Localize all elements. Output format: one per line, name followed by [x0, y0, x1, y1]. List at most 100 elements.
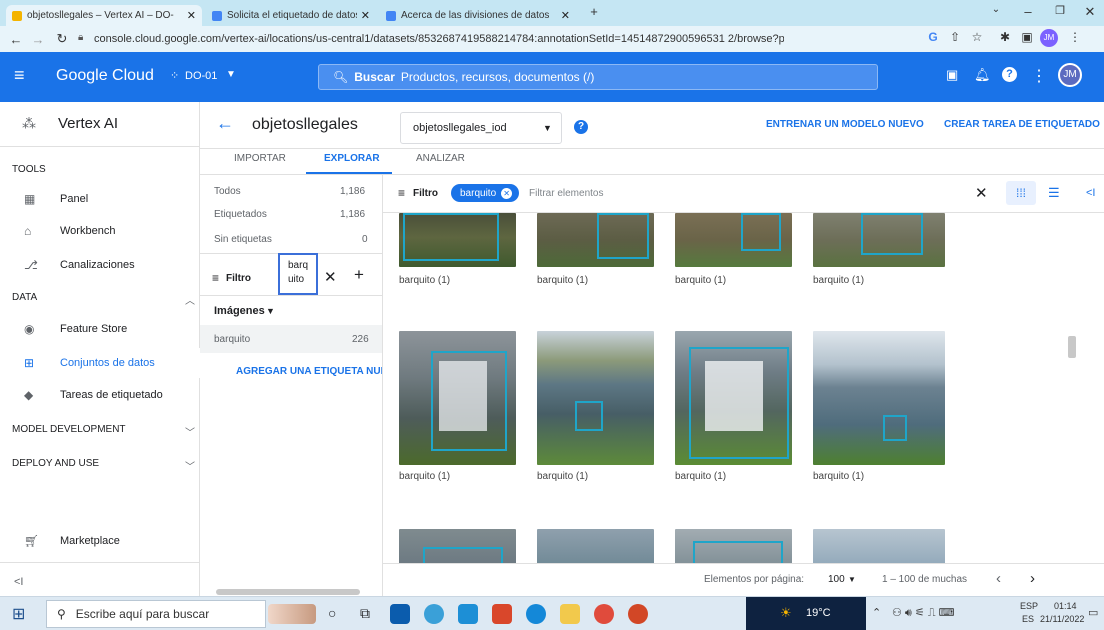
image-thumbnail[interactable]	[675, 529, 792, 563]
horizontal-scrollbar[interactable]	[216, 589, 360, 595]
add-filter-icon[interactable]: +	[354, 265, 364, 285]
chrome-icon[interactable]	[594, 604, 614, 624]
bookmark-star-icon[interactable]: ☆	[968, 30, 986, 44]
url-field[interactable]: console.cloud.google.com/vertex-ai/locat…	[94, 29, 784, 49]
browser-tab-vertex[interactable]: objetosllegales – Vertex AI – DO- ✕	[6, 5, 202, 26]
filter-chip-barquito[interactable]: barquito ✕	[451, 184, 519, 202]
weather-widget[interactable]: ☀︎ 19°C	[746, 597, 866, 630]
help-icon[interactable]: ?	[1002, 67, 1017, 82]
browser-tab-labeling[interactable]: Solicita el etiquetado de datos d ✕	[206, 5, 376, 26]
close-tab-icon[interactable]: ✕	[361, 9, 370, 22]
browser-tab-splits[interactable]: Acerca de las divisiones de datos ✕	[380, 5, 576, 26]
image-thumbnail[interactable]	[813, 529, 945, 563]
image-thumbnail[interactable]	[813, 213, 945, 267]
cortana-icon[interactable]: ○	[328, 605, 336, 621]
sidepanel-icon[interactable]: ▣	[1018, 30, 1036, 44]
sidebar-item-labeling-tasks[interactable]: ◆ Tareas de etiquetado	[0, 380, 200, 410]
image-thumbnail[interactable]	[537, 213, 654, 267]
tab-analyze[interactable]: ANALIZAR	[416, 153, 465, 164]
notifications-bell-icon[interactable]: 🔔︎	[974, 67, 991, 83]
chevron-up-icon[interactable]: ︿	[185, 292, 195, 307]
close-tab-icon[interactable]: ✕	[187, 9, 196, 22]
sidebar-item-datasets[interactable]: ⊞ Conjuntos de datos	[0, 348, 200, 378]
next-page-icon[interactable]: ›	[1030, 570, 1035, 587]
stat-labeled-label[interactable]: Etiquetados	[214, 209, 267, 220]
windows-start-icon[interactable]: ⊞	[12, 604, 25, 624]
vertical-scrollbar[interactable]	[1068, 336, 1076, 358]
filter-elements-input[interactable]: Filtrar elementos	[529, 188, 603, 199]
help-circle-icon[interactable]: ?	[574, 120, 588, 134]
dropdown-arrow-icon[interactable]: ▼	[266, 306, 275, 316]
extensions-icon[interactable]: ✱	[996, 30, 1014, 44]
section-model-development[interactable]: MODEL DEVELOPMENT	[12, 424, 126, 435]
profile-avatar-icon[interactable]: JM	[1040, 29, 1058, 47]
search-input[interactable]: 🔍︎ Buscar Productos, recursos, documento…	[318, 64, 878, 90]
sidebar-item-panel[interactable]: ▦ Panel	[0, 184, 200, 214]
project-selector[interactable]: DO-01	[185, 70, 217, 82]
back-icon[interactable]: ←	[6, 32, 26, 47]
cloud-shell-icon[interactable]: ▣	[946, 67, 958, 83]
list-view-icon[interactable]: ☰	[1048, 185, 1060, 201]
taskbar-search-input[interactable]: ⚲ Escribe aquí para buscar	[46, 600, 266, 628]
chip-close-icon[interactable]: ✕	[501, 187, 513, 199]
collapse-sidebar-icon[interactable]: <I	[14, 576, 23, 588]
chevron-down-icon[interactable]: ﹀	[185, 424, 195, 439]
acrobat-icon[interactable]	[492, 604, 512, 624]
sidebar-item-marketplace[interactable]: 🛒︎ Marketplace	[0, 526, 200, 556]
edge-icon[interactable]	[526, 604, 546, 624]
reload-icon[interactable]: ↻	[52, 31, 72, 47]
back-arrow-icon[interactable]: ←	[216, 113, 234, 134]
task-view-icon[interactable]: ⧉	[360, 605, 370, 622]
prev-page-icon[interactable]: ‹	[996, 570, 1001, 587]
new-tab-icon[interactable]: +	[584, 4, 604, 19]
project-chevron-icon[interactable]: ▼	[226, 69, 236, 80]
image-thumbnail[interactable]	[813, 331, 945, 465]
mail-icon[interactable]	[458, 604, 478, 624]
stat-unlabeled-label[interactable]: Sin etiquetas	[214, 234, 272, 245]
dropdown-arrow-icon[interactable]: ▼	[848, 575, 856, 584]
create-labeling-task-button[interactable]: CREAR TAREA DE ETIQUETADO	[944, 119, 1100, 130]
grid-view-icon[interactable]: ⁞⁞⁞	[1006, 181, 1036, 205]
powerpoint-icon[interactable]	[628, 604, 648, 624]
collapse-panel-icon[interactable]: <I	[1086, 187, 1095, 199]
sidebar-item-workbench[interactable]: ⌂ Workbench	[0, 216, 200, 246]
notification-center-icon[interactable]: ▭	[1088, 606, 1098, 619]
image-thumbnail[interactable]	[399, 331, 516, 465]
more-options-icon[interactable]: ⋮	[1031, 66, 1047, 86]
clock-time[interactable]: 01:14	[1054, 601, 1077, 611]
gcloud-brand[interactable]: Google Cloud	[56, 67, 154, 85]
minimize-icon[interactable]: –	[1018, 4, 1038, 19]
image-thumbnail[interactable]	[399, 529, 516, 563]
file-explorer-icon[interactable]	[560, 604, 580, 624]
image-thumbnail[interactable]	[537, 529, 654, 563]
stat-all-label[interactable]: Todos	[214, 186, 241, 197]
train-model-button[interactable]: ENTRENAR UN MODELO NUEVO	[766, 119, 924, 130]
chevron-down-icon[interactable]: ﹀	[185, 458, 195, 473]
sidebar-item-feature-store[interactable]: ◉ Feature Store	[0, 314, 200, 344]
restore-icon[interactable]: ❐	[1050, 4, 1070, 17]
tab-import[interactable]: IMPORTAR	[234, 153, 286, 164]
chrome-profile-icon[interactable]	[424, 604, 444, 624]
images-section-header[interactable]: Imágenes	[214, 305, 265, 317]
tray-icons[interactable]: ⚇ 🔊︎ ⚟ ⎍ ⌨	[892, 606, 954, 620]
tray-chevron-icon[interactable]: ⌃	[872, 606, 881, 619]
keyboard-layout[interactable]: ES	[1022, 614, 1034, 624]
label-row-barquito[interactable]: barquito 226	[200, 325, 382, 353]
hamburger-menu-icon[interactable]: ≡	[14, 65, 25, 86]
dataset-select[interactable]: objetosllegales_iod ▼	[400, 112, 562, 144]
image-thumbnail[interactable]	[399, 213, 516, 267]
image-thumbnail[interactable]	[675, 331, 792, 465]
share-icon[interactable]: ⇧	[946, 30, 964, 44]
store-icon[interactable]	[390, 604, 410, 624]
google-g-icon[interactable]: G	[924, 30, 942, 44]
close-filter-icon[interactable]: ✕	[975, 184, 988, 202]
close-tab-icon[interactable]: ✕	[561, 9, 570, 22]
per-page-select[interactable]: 100	[828, 574, 845, 585]
forward-icon[interactable]: →	[28, 32, 48, 47]
language-indicator[interactable]: ESP	[1020, 601, 1038, 611]
clear-filter-icon[interactable]: ✕	[324, 268, 337, 286]
browser-menu-icon[interactable]: ⋮	[1066, 30, 1084, 44]
tab-list-chevron-icon[interactable]: ⌄	[986, 4, 1006, 15]
sidebar-item-pipelines[interactable]: ⎇ Canalizaciones	[0, 250, 200, 280]
image-thumbnail[interactable]	[675, 213, 792, 267]
